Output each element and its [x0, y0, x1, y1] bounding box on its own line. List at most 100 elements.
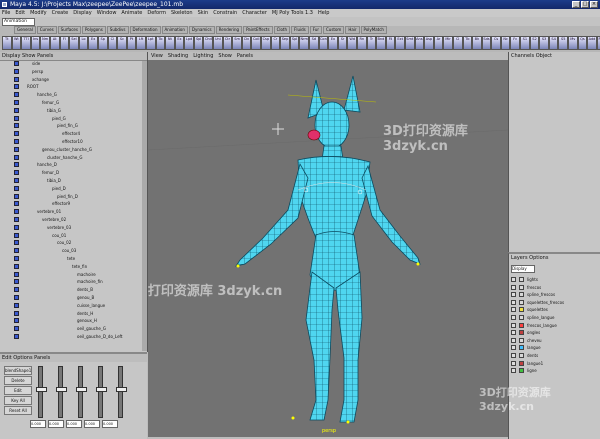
shelf-tool-icon[interactable]: Sr — [337, 36, 348, 50]
outliner-item[interactable]: genou_cluster_hanche_G — [0, 146, 140, 153]
menu-item[interactable]: Help — [318, 9, 329, 17]
outliner-item[interactable]: oeil_gauche_G — [0, 326, 140, 332]
shelf-tab[interactable]: Dynamics — [188, 26, 215, 34]
shelf-tool-icon[interactable]: Nt — [165, 36, 175, 50]
slider-value-field[interactable]: 0.000 — [66, 420, 82, 428]
shelf-tool-icon[interactable]: Lpd — [184, 36, 194, 50]
shelf-tool-icon[interactable]: Pt — [126, 36, 137, 50]
layer-row[interactable]: langue — [511, 344, 597, 352]
layer-row[interactable]: langue1 — [511, 360, 597, 368]
outliner-item[interactable]: dents_H — [0, 310, 140, 317]
outliner-item[interactable]: pied_fin_G — [0, 123, 140, 129]
menu-item[interactable]: Skin — [198, 9, 209, 17]
outliner-item[interactable]: persp — [0, 68, 140, 75]
shelf-tab[interactable]: Fur — [309, 26, 322, 34]
shelf-tool-icon[interactable]: Tr — [366, 36, 377, 50]
menu-item[interactable]: Animate — [121, 9, 142, 17]
shelf-tool-icon[interactable]: Dv — [241, 36, 252, 50]
menu-item[interactable]: Deform — [147, 9, 166, 17]
outliner-item[interactable]: tete_fin — [0, 263, 140, 270]
shelf-tool-icon[interactable]: Ar — [433, 36, 444, 50]
outliner-item[interactable]: cou_02 — [0, 240, 140, 246]
shelf-tool-icon[interactable]: At — [49, 36, 60, 50]
shelf-tool-icon[interactable]: Spl — [289, 36, 300, 50]
shelf-tool-icon[interactable]: Sm — [232, 36, 242, 50]
shelf-tool-icon[interactable]: Lpt — [145, 36, 156, 50]
blendshape-button[interactable]: Key All — [4, 396, 32, 405]
layer-row[interactable]: ligne — [511, 367, 597, 375]
viewport-menu-item[interactable]: Shading — [168, 52, 188, 60]
visibility-toggle[interactable] — [511, 353, 516, 358]
shelf-tool-icon[interactable]: S3 — [539, 36, 549, 50]
outliner-item[interactable]: tete — [0, 256, 140, 262]
shelf-tool-icon[interactable]: Mir — [443, 36, 453, 50]
shelf-tool-icon[interactable]: Ex — [88, 36, 98, 50]
shelf-tool-icon[interactable]: Bk — [472, 36, 482, 50]
visibility-toggle[interactable] — [511, 360, 516, 366]
shelf-tab[interactable]: Deformation — [129, 26, 161, 34]
outliner-item[interactable]: ROOT — [0, 84, 140, 90]
slider[interactable] — [56, 366, 67, 418]
layer-display-dropdown[interactable]: Display — [511, 265, 535, 273]
shelf-tool-icon[interactable]: Tb — [462, 36, 473, 50]
shelf-tab[interactable]: Rendering — [215, 26, 243, 34]
shelf-tool-icon[interactable]: Con — [318, 36, 329, 50]
shelf-tool-icon[interactable]: Bnd — [376, 36, 386, 50]
outliner-item[interactable]: cou_01 — [0, 232, 140, 239]
shelf-tab[interactable]: Custom — [323, 26, 345, 34]
shelf-tool-icon[interactable]: Coll — [251, 36, 262, 50]
outliner-item[interactable]: xchange — [0, 76, 140, 83]
blendshape-button[interactable]: Reset All — [4, 406, 32, 415]
shelf-tool-icon[interactable]: S1 — [520, 36, 530, 50]
visibility-toggle[interactable] — [511, 292, 516, 298]
layer-row[interactable]: frescos — [511, 284, 597, 292]
outliner-item[interactable]: effector4 — [0, 131, 140, 137]
shelf-tool-icon[interactable]: Ctr — [222, 36, 233, 50]
minimize-icon[interactable]: _ — [572, 1, 580, 8]
viewport-menu-item[interactable]: Lighting — [193, 52, 213, 60]
maximize-icon[interactable]: □ — [581, 1, 589, 8]
slider-value-field[interactable]: 0.000 — [48, 420, 64, 428]
outliner-item[interactable]: side — [0, 61, 140, 67]
visibility-toggle[interactable] — [511, 330, 516, 336]
outliner-item[interactable]: femur_G — [0, 100, 140, 106]
menu-item[interactable]: Window — [97, 9, 117, 17]
outliner-item[interactable]: genoux_H — [0, 318, 140, 324]
outliner-item[interactable]: machoire — [0, 271, 140, 278]
shelf-tool-icon[interactable]: Csp — [261, 36, 271, 50]
outliner-item[interactable]: dents_B — [0, 287, 140, 293]
slider[interactable] — [36, 366, 47, 418]
outliner-item[interactable]: vertebre_03 — [0, 224, 140, 231]
visibility-toggle[interactable] — [511, 322, 516, 328]
shelf-tool-icon[interactable]: Ins — [30, 36, 41, 50]
shelf-tool-icon[interactable]: Nc — [500, 36, 511, 50]
slider-value-field[interactable]: 0.000 — [84, 420, 100, 428]
shelf-tool-icon[interactable]: Rn — [356, 36, 367, 50]
layer-row[interactable]: squelettes_frescos — [511, 299, 597, 307]
mode-select[interactable]: Animation — [2, 18, 35, 26]
outliner-item[interactable]: oeil_gauche_D_do_Left — [0, 334, 140, 340]
shelf-tab[interactable]: Animation — [161, 26, 188, 34]
shelf-tab[interactable]: Surfaces — [57, 26, 81, 34]
shelf-tool-icon[interactable]: S4 — [548, 36, 559, 50]
layer-row[interactable]: spline_frescos — [511, 291, 597, 299]
shelf-tool-icon[interactable]: Wd — [347, 36, 357, 50]
shelf-tool-icon[interactable]: Spl — [193, 36, 204, 50]
outliner-item[interactable]: pied_G — [0, 115, 140, 122]
shelf-tool-icon[interactable]: Nrm — [299, 36, 309, 50]
shelf-tab[interactable]: Hair — [345, 26, 360, 34]
slider-value-field[interactable]: 0.000 — [102, 420, 118, 428]
shelf-tab[interactable]: PolyMatch — [360, 26, 387, 34]
layer-row[interactable]: cheveu — [511, 337, 597, 345]
outliner-item[interactable]: cuisse_langue — [0, 302, 140, 309]
shelf-tool-icon[interactable]: Sds — [481, 36, 492, 50]
shelf-tool-icon[interactable]: Ext — [395, 36, 405, 50]
blendshape-button[interactable]: Edit — [4, 386, 32, 395]
shelf-tool-icon[interactable]: Mv — [568, 36, 578, 50]
shelf-tool-icon[interactable]: Sp — [97, 36, 108, 50]
outliner-item[interactable]: tibia_D — [0, 178, 140, 184]
shelf-tab[interactable]: General — [14, 26, 36, 34]
slider[interactable] — [76, 366, 87, 418]
shelf-tool-icon[interactable]: S2 — [529, 36, 540, 50]
shelf-tool-icon[interactable]: Sc — [117, 36, 127, 50]
